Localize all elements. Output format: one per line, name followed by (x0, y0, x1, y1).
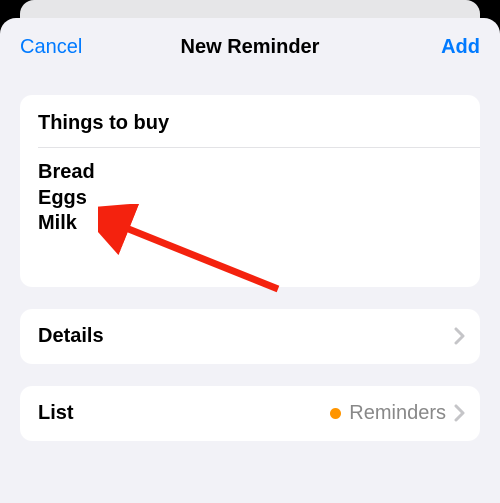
page-title: New Reminder (181, 36, 320, 59)
list-value: Reminders (349, 402, 446, 425)
list-color-dot-icon (330, 408, 341, 419)
chevron-right-icon (454, 404, 466, 422)
list-row[interactable]: List Reminders (20, 386, 480, 441)
nav-bar: Cancel New Reminder Add (0, 18, 500, 73)
details-row[interactable]: Details (20, 309, 480, 364)
chevron-right-icon (454, 327, 466, 345)
notes-input[interactable]: Bread Eggs Milk (20, 148, 480, 287)
cancel-button[interactable]: Cancel (20, 36, 82, 59)
modal-sheet: Cancel New Reminder Add Bread Eggs Milk … (0, 18, 500, 503)
title-input[interactable] (38, 112, 462, 135)
add-button[interactable]: Add (441, 36, 480, 59)
title-row (20, 95, 480, 147)
details-label: Details (38, 325, 104, 348)
title-notes-card: Bread Eggs Milk (20, 95, 480, 287)
content-area: Bread Eggs Milk Details List Reminders (0, 73, 500, 441)
list-label: List (38, 402, 74, 425)
